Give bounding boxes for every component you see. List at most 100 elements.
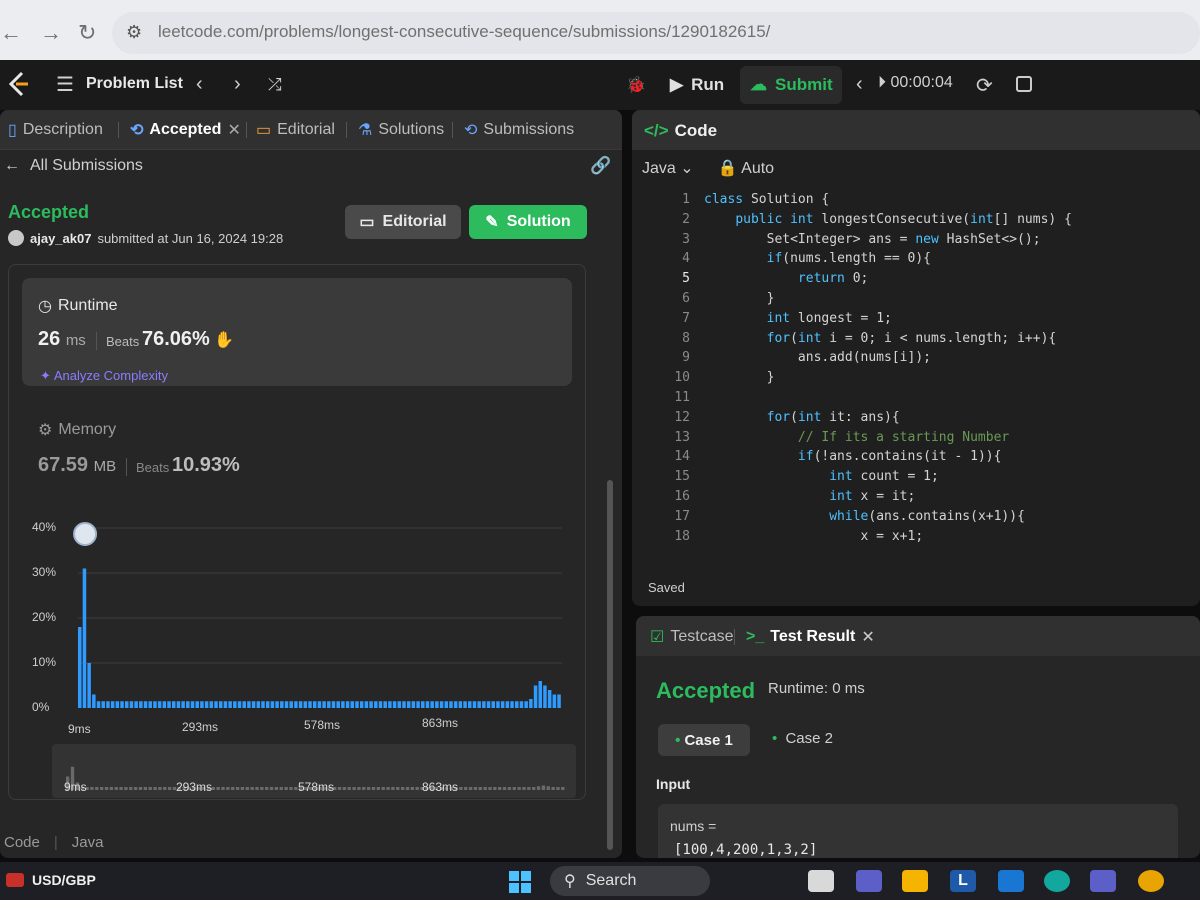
distribution-bar[interactable] [261,701,265,708]
code-editor[interactable]: 1 class Solution {2 public int longestCon… [646,192,1196,552]
your-submission-marker[interactable] [73,522,98,546]
distribution-bar[interactable] [129,701,134,708]
distribution-bar[interactable] [181,701,185,708]
distribution-bar[interactable] [397,701,402,708]
code-line[interactable]: int longest = 1; [704,311,892,326]
distribution-bar[interactable] [430,701,434,708]
distribution-bar[interactable] [228,701,232,708]
distribution-bar[interactable] [204,701,209,708]
leetcode-logo-icon[interactable] [6,70,30,98]
distribution-bar[interactable] [308,701,312,708]
distribution-bar[interactable] [355,701,359,708]
distribution-bar[interactable] [458,701,463,708]
collapse-timer-icon[interactable]: ‹ [856,73,863,96]
code-line[interactable]: if(nums.length == 0){ [704,251,931,266]
distribution-bar[interactable] [378,701,383,708]
tab-solutions[interactable]: ⚗ Solutions [358,120,444,140]
code-line[interactable]: ans.add(nums[i]); [704,350,931,365]
teams-icon[interactable] [856,870,882,892]
distribution-bar[interactable] [134,701,138,708]
debug-icon[interactable]: 🐞 [626,75,646,95]
distribution-bar[interactable] [251,701,256,708]
distribution-bar[interactable] [317,701,322,708]
distribution-bar[interactable] [275,701,279,708]
case-1-tab[interactable]: • Case 1 [658,724,750,756]
distribution-bar[interactable] [543,685,547,709]
list-icon[interactable]: ☰ [56,72,74,97]
distribution-bar[interactable] [110,701,115,708]
distribution-bar[interactable] [284,701,289,708]
tab-testcase[interactable]: ☑ Testcase [650,627,733,647]
distribution-bar[interactable] [101,701,105,708]
distribution-bar[interactable] [176,701,181,708]
teams-work-icon[interactable] [1090,870,1116,892]
back-arrow-icon[interactable]: ← [0,20,22,46]
stock-widget-icon[interactable] [6,873,24,887]
distribution-bar[interactable] [186,701,190,708]
distribution-bar[interactable] [505,701,510,708]
tab-test-result[interactable]: >_ Test Result ✕ [746,627,875,647]
code-line[interactable]: // If its a starting Number [704,430,1009,445]
distribution-bar[interactable] [280,701,284,708]
notes-icon[interactable] [1016,76,1032,92]
close-tab-icon[interactable]: ✕ [227,120,240,140]
next-problem-icon[interactable]: › [234,73,241,96]
reload-icon[interactable]: ↻ [78,20,96,46]
address-bar[interactable]: ⚙ leetcode.com/problems/longest-consecut… [112,12,1200,54]
chart-range-slider[interactable]: 9ms 293ms 578ms 863ms [52,744,576,798]
distribution-bar[interactable] [383,701,387,708]
distribution-bar[interactable] [533,685,538,709]
code-line[interactable]: Set<Integer> ans = new HashSet<>(); [704,232,1041,247]
distribution-bar[interactable] [453,701,458,708]
edge-icon[interactable] [1044,870,1070,892]
distribution-bar[interactable] [529,699,533,708]
run-button[interactable]: ▶ Run [662,66,734,104]
timer[interactable]: ⏵ 00:00:04 [878,74,953,92]
distribution-bar[interactable] [148,701,152,708]
distribution-bar[interactable] [270,701,275,708]
distribution-bar[interactable] [468,701,472,708]
reset-timer-icon[interactable]: ⟳ [976,73,993,98]
distribution-bar[interactable] [374,701,378,708]
solution-button[interactable]: ✎ Solution [469,205,587,239]
code-line[interactable]: while(ans.contains(x+1)){ [704,509,1025,524]
site-settings-icon[interactable]: ⚙ [126,22,142,43]
distribution-bar[interactable] [106,701,110,708]
distribution-bar[interactable] [547,690,552,708]
tab-description[interactable]: ▯ Description [8,120,103,140]
distribution-bar[interactable] [171,701,176,708]
distribution-bar[interactable] [552,694,557,709]
distribution-bar[interactable] [242,701,246,708]
distribution-bar[interactable] [444,701,449,708]
distribution-bar[interactable] [402,701,406,708]
case-2-tab[interactable]: • Case 2 [772,730,833,747]
language-select[interactable]: Java ⌄ [642,158,694,178]
distribution-bar[interactable] [78,627,82,708]
distribution-bar[interactable] [406,701,411,708]
stock-ticker[interactable]: USD/GBP [32,872,96,888]
distribution-bar[interactable] [341,701,345,708]
code-line[interactable]: class Solution { [704,192,829,207]
distribution-bar[interactable] [115,701,120,708]
distribution-bar[interactable] [425,701,430,708]
file-explorer-icon[interactable] [902,870,928,892]
distribution-bar[interactable] [435,701,439,708]
distribution-bar[interactable] [153,701,157,708]
forward-arrow-icon[interactable]: → [40,20,62,46]
distribution-bar[interactable] [496,701,500,708]
language-label[interactable]: Java [72,834,104,851]
distribution-bar[interactable] [195,701,199,708]
runtime-distribution-chart[interactable]: 40% 30% 20% 10% 0% 9ms 293ms 578ms 863ms [22,520,578,740]
runtime-card[interactable]: ◷ Runtime 26 ms Beats 76.06% ✋ ✦ Analyze… [22,278,572,386]
avatar[interactable] [8,230,24,246]
mail-icon[interactable] [998,870,1024,892]
distribution-bar[interactable] [416,701,420,708]
distribution-bar[interactable] [312,701,317,708]
close-tab-icon[interactable]: ✕ [861,627,874,647]
windows-start-icon[interactable] [508,870,532,894]
distribution-bar[interactable] [92,694,96,709]
distribution-bar[interactable] [538,681,543,708]
distribution-bar[interactable] [167,701,171,708]
distribution-bar[interactable] [82,568,87,709]
distribution-bar[interactable] [289,701,293,708]
